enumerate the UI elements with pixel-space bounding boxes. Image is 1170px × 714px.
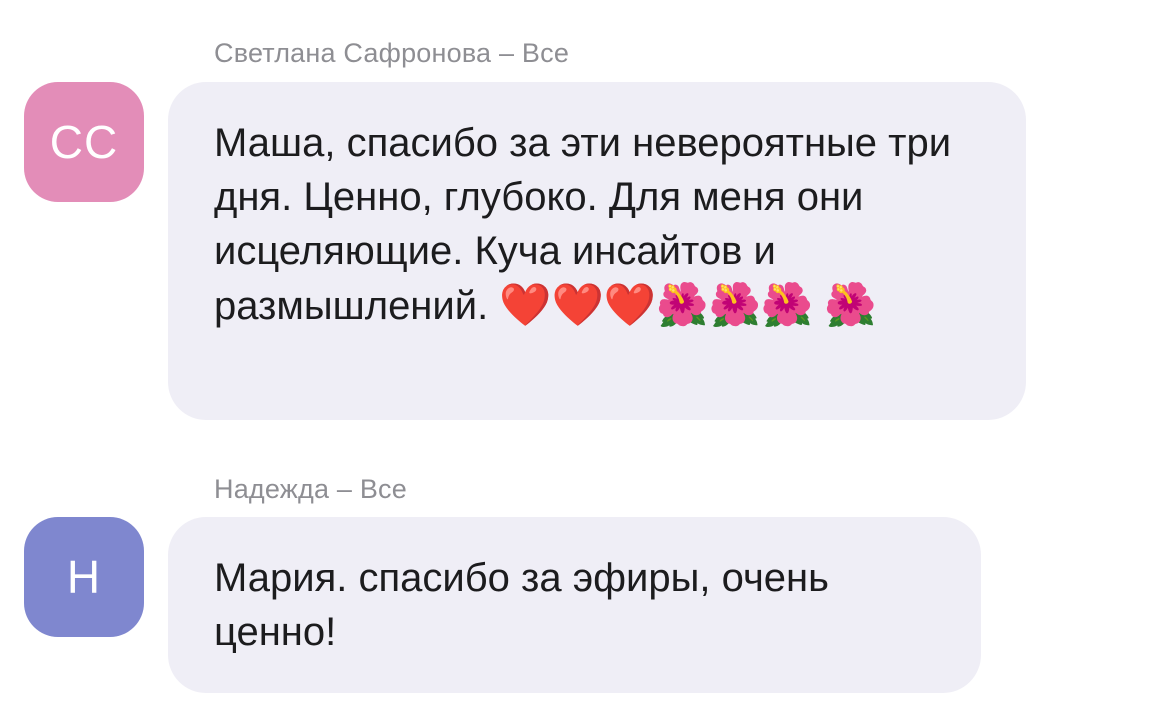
message-text: Мария. спасибо за эфиры, очень ценно! — [214, 556, 829, 654]
message-audience: Все — [521, 38, 570, 68]
avatar-initials: СС — [49, 116, 119, 168]
avatar-initials: Н — [66, 551, 102, 603]
sender-name: Светлана Сафронова — [214, 38, 492, 68]
hibiscus-emoji: 🌺 — [824, 281, 877, 328]
sender-separator: – — [336, 474, 353, 504]
avatar[interactable]: Н — [24, 517, 144, 637]
avatar[interactable]: СС — [24, 82, 144, 202]
chat-feed: Светлана Сафронова – Все СС Маша, спасиб… — [0, 0, 1170, 714]
sender-name: Надежда — [214, 474, 330, 504]
message-bubble[interactable]: Мария. спасибо за эфиры, очень ценно! — [168, 517, 981, 693]
sender-line: Светлана Сафронова – Все — [214, 38, 569, 69]
message-text: Маша, спасибо за эти невероятные три дня… — [214, 116, 986, 333]
message-bubble[interactable]: Маша, спасибо за эти невероятные три дня… — [168, 82, 1026, 420]
message-audience: Все — [359, 474, 407, 504]
sender-line: Надежда – Все — [214, 474, 407, 505]
heart-and-flower-emoji-row: ❤️❤️❤️🌺🌺🌺 — [499, 281, 814, 328]
sender-separator: – — [498, 38, 515, 68]
